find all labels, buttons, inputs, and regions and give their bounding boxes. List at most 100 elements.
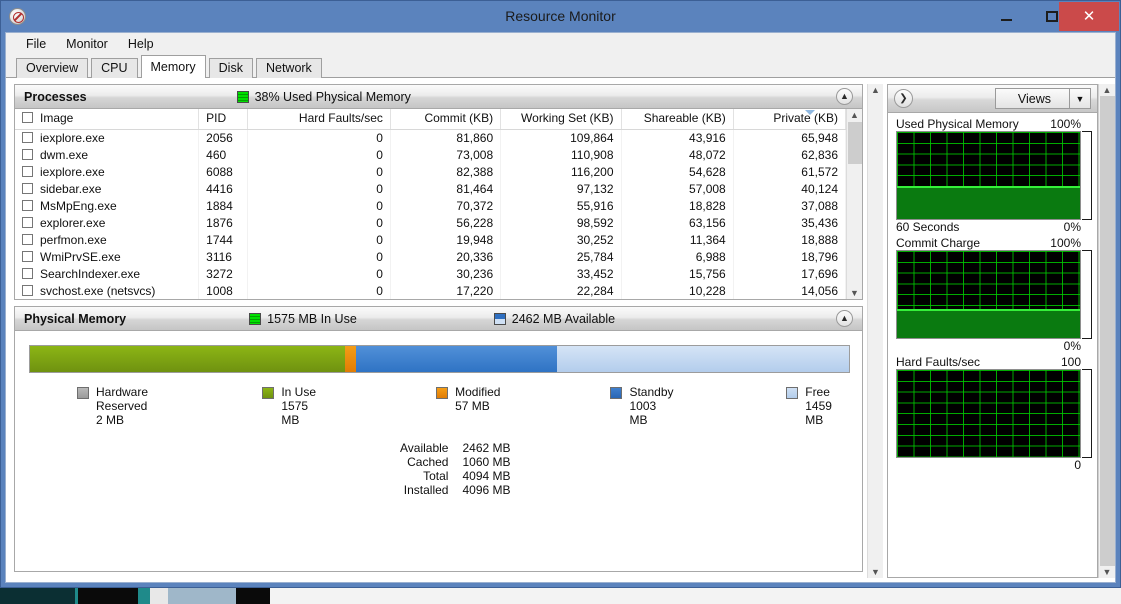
column-header-working-set[interactable]: Working Set (KB) xyxy=(500,109,622,130)
row-checkbox[interactable] xyxy=(22,233,33,245)
processes-vertical-scrollbar[interactable]: ▲ ▼ xyxy=(846,109,862,299)
graph-top-labels: Used Physical Memory 100% xyxy=(896,117,1092,131)
scroll-down-icon[interactable]: ▼ xyxy=(1103,567,1112,577)
graph-title: Hard Faults/sec xyxy=(896,355,981,369)
cell-pid: 6088 xyxy=(198,163,249,180)
memory-segment-modified xyxy=(344,346,357,372)
table-row[interactable]: svchost.exe (netsvcs) 1008 0 17,220 22,284 10… xyxy=(15,282,847,299)
legend-text: Standby 1003 MB xyxy=(629,385,676,427)
title-bar[interactable]: Resource Monitor ✕ xyxy=(1,1,1120,32)
row-checkbox[interactable] xyxy=(22,284,33,296)
summary-key: Installed xyxy=(403,483,449,497)
graph-ymin-label: 0 xyxy=(1074,458,1081,472)
blue-swatch-icon xyxy=(493,312,506,325)
tab-disk[interactable]: Disk xyxy=(208,58,253,78)
column-header-private[interactable]: Private (KB) xyxy=(733,109,847,130)
scroll-up-icon[interactable]: ▲ xyxy=(871,85,880,95)
cell-image: iexplore.exe xyxy=(15,163,200,180)
taskbar-item[interactable] xyxy=(150,588,168,604)
column-header-image[interactable]: Image xyxy=(15,109,200,130)
column-header-hard-faults[interactable]: Hard Faults/sec xyxy=(247,109,391,130)
taskbar-item[interactable] xyxy=(78,588,138,604)
cell-shareable: 63,156 xyxy=(621,214,734,231)
scroll-up-icon[interactable]: ▲ xyxy=(1103,85,1112,95)
row-checkbox[interactable] xyxy=(22,165,33,177)
cell-commit: 17,220 xyxy=(390,282,502,299)
client-area: File Monitor Help Overview CPU Memory Di… xyxy=(5,32,1116,583)
graph-canvas xyxy=(896,250,1081,339)
menu-item-file[interactable]: File xyxy=(16,35,56,53)
table-row[interactable]: dwm.exe 460 0 73,008 110,908 48,072 62,836 xyxy=(15,146,847,163)
table-row[interactable]: sidebar.exe 4416 0 81,464 97,132 57,008 40,124 xyxy=(15,180,847,197)
row-checkbox[interactable] xyxy=(22,148,33,160)
taskbar-item[interactable] xyxy=(138,588,150,604)
cell-hard-faults: 0 xyxy=(247,231,391,248)
scroll-down-icon[interactable]: ▼ xyxy=(871,567,880,577)
menu-item-monitor[interactable]: Monitor xyxy=(56,35,118,53)
select-all-checkbox[interactable] xyxy=(22,112,33,124)
table-row[interactable]: iexplore.exe 2056 0 81,860 109,864 43,916 65,9… xyxy=(15,129,847,146)
row-checkbox[interactable] xyxy=(22,267,33,279)
processes-panel-header[interactable]: Processes 38% Used Physical Memory ▲ xyxy=(15,85,862,109)
cell-shareable: 54,628 xyxy=(621,163,734,180)
cell-commit: 73,008 xyxy=(390,146,502,163)
minimize-button[interactable] xyxy=(984,2,1029,31)
taskbar[interactable] xyxy=(0,588,1121,604)
scroll-up-icon[interactable]: ▲ xyxy=(850,110,859,120)
processes-rows: iexplore.exe 2056 0 81,860 109,864 43,916 65,9… xyxy=(15,129,847,299)
cell-hard-faults: 0 xyxy=(247,265,391,282)
tab-cpu[interactable]: CPU xyxy=(91,58,138,78)
cell-private: 62,836 xyxy=(733,146,847,163)
expand-panel-button[interactable]: ❯ xyxy=(894,89,913,108)
cell-private: 18,796 xyxy=(733,248,847,265)
table-row[interactable]: WmiPrvSE.exe 3116 0 20,336 25,784 6,988 18,796 xyxy=(15,248,847,265)
graph-panel-vertical-scrollbar[interactable]: ▲ ▼ xyxy=(1098,84,1115,578)
physical-memory-panel-header[interactable]: Physical Memory 1575 MB In Use 2462 MB A… xyxy=(15,307,862,331)
cell-image: svchost.exe (netsvcs) xyxy=(15,282,200,299)
views-button[interactable]: Views ▼ xyxy=(994,88,1091,109)
scrollbar-track[interactable] xyxy=(1099,96,1115,566)
scroll-down-icon[interactable]: ▼ xyxy=(850,288,859,298)
row-checkbox[interactable] xyxy=(22,131,33,143)
table-row[interactable]: MsMpEng.exe 1884 0 70,372 55,916 18,828 37,088 xyxy=(15,197,847,214)
green-swatch-icon xyxy=(236,90,249,103)
graph-bottom-labels: 60 Seconds 0% xyxy=(896,220,1092,234)
row-checkbox[interactable] xyxy=(22,216,33,228)
tab-memory[interactable]: Memory xyxy=(140,55,206,78)
left-column-vertical-scrollbar[interactable]: ▲ ▼ xyxy=(867,84,883,578)
tab-overview[interactable]: Overview xyxy=(16,58,89,78)
close-button[interactable]: ✕ xyxy=(1059,2,1119,31)
memory-summary: Available 2462 MB Cached 1060 MB Total 4094 M… xyxy=(25,441,852,497)
legend-text: In Use 1575 MB xyxy=(281,385,328,427)
tab-network[interactable]: Network xyxy=(255,58,322,78)
row-checkbox[interactable] xyxy=(22,199,33,211)
table-row[interactable]: SearchIndexer.exe 3272 0 30,236 33,452 15,756… xyxy=(15,265,847,282)
cell-hard-faults: 0 xyxy=(247,146,391,163)
memory-legend: Hardware Reserved 2 MB In Use 1575 MB Modifi… xyxy=(77,385,852,427)
graph-scale-bracket xyxy=(1082,131,1092,220)
column-header-shareable[interactable]: Shareable (KB) xyxy=(621,109,734,130)
processes-collapse-button[interactable]: ▲ xyxy=(836,88,853,105)
taskbar-item[interactable] xyxy=(0,588,75,604)
window-title: Resource Monitor xyxy=(505,8,616,24)
legend-text: Free 1459 MB xyxy=(805,385,852,427)
row-checkbox[interactable] xyxy=(22,182,33,194)
cell-hard-faults: 0 xyxy=(247,180,391,197)
column-header-commit[interactable]: Commit (KB) xyxy=(390,109,502,130)
menu-item-help[interactable]: Help xyxy=(118,35,164,53)
table-row[interactable]: perfmon.exe 1744 0 19,948 30,252 11,364 18,888 xyxy=(15,231,847,248)
taskbar-item[interactable] xyxy=(236,588,270,604)
column-header-pid[interactable]: PID xyxy=(198,109,249,130)
memory-in-use-stat: 1575 MB In Use xyxy=(249,312,357,326)
cell-pid: 4416 xyxy=(198,180,249,197)
row-checkbox[interactable] xyxy=(22,250,33,262)
scrollbar-thumb[interactable] xyxy=(847,122,862,164)
taskbar-rest[interactable] xyxy=(270,588,1121,604)
left-column: Processes 38% Used Physical Memory ▲ Ima… xyxy=(6,78,867,582)
physical-memory-collapse-button[interactable]: ▲ xyxy=(836,310,853,327)
table-row[interactable]: explorer.exe 1876 0 56,228 98,592 63,156 35,43… xyxy=(15,214,847,231)
table-row[interactable]: iexplore.exe 6088 0 82,388 116,200 54,628 61,5… xyxy=(15,163,847,180)
summary-value: 1060 MB xyxy=(462,455,511,469)
graph-bottom-labels: 0 xyxy=(896,458,1092,472)
taskbar-item[interactable] xyxy=(168,588,236,604)
